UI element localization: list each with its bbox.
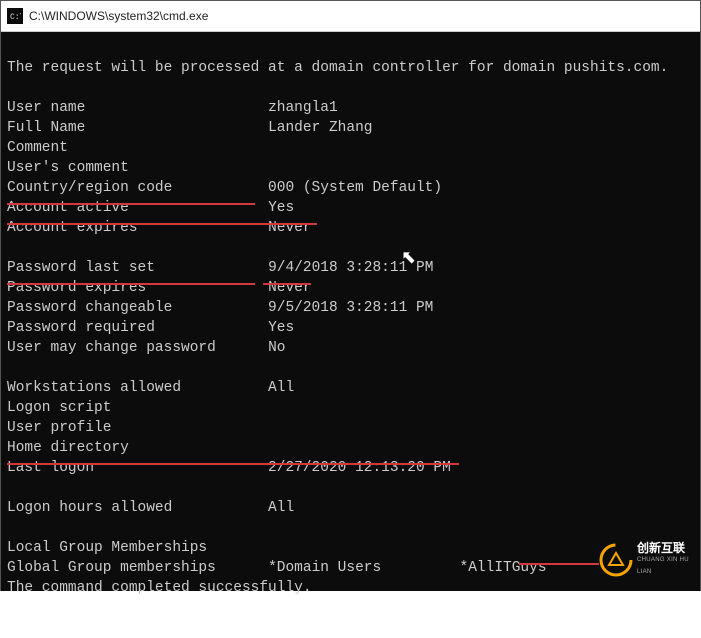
cmd-window: C:\ C:\WINDOWS\system32\cmd.exe The requ… [0,0,701,591]
row-country: Country/region code 000 (System Default) [7,180,442,196]
row-pw-last-set: Password last set 9/4/2018 3:28:11 PM [7,260,433,276]
row-logon-hours: Logon hours allowed All [7,500,294,516]
watermark-sub: CHUANG XIN HU LIAN [637,554,694,578]
row-comment: Comment [7,140,268,156]
row-users-comment: User's comment [7,160,268,176]
row-home-dir: Home directory [7,440,268,456]
highlight-underline [7,223,317,225]
titlebar[interactable]: C:\ C:\WINDOWS\system32\cmd.exe [1,1,700,32]
highlight-underline [7,203,255,205]
terminal-output[interactable]: The request will be processed at a domai… [1,32,700,591]
highlight-underline [7,283,255,285]
row-user-name: User name zhangla1 [7,100,338,116]
watermark-brand: 创新互联 [637,542,694,554]
row-user-may-change: User may change password No [7,340,285,356]
row-workstations: Workstations allowed All [7,380,294,396]
row-local-groups: Local Group Memberships [7,540,268,556]
watermark-logo: 创新互联 CHUANG XIN HU LIAN [599,540,694,580]
row-full-name: Full Name Lander Zhang [7,120,372,136]
window-title: C:\WINDOWS\system32\cmd.exe [29,9,208,23]
highlight-underline [519,563,599,565]
row-logon-script: Logon script [7,400,268,416]
cmd-icon: C:\ [7,8,23,24]
highlight-underline [7,463,459,465]
row-pw-changeable: Password changeable 9/5/2018 3:28:11 PM [7,300,433,316]
header-line: The request will be processed at a domai… [7,60,668,76]
row-pw-required: Password required Yes [7,320,294,336]
highlight-underline [263,283,311,285]
footer-line: The command completed successfully. [7,580,312,596]
svg-text:C:\: C:\ [10,13,21,21]
row-global-groups: Global Group memberships *Domain Users *… [7,560,547,576]
watermark-icon [599,543,633,577]
row-user-profile: User profile [7,420,268,436]
